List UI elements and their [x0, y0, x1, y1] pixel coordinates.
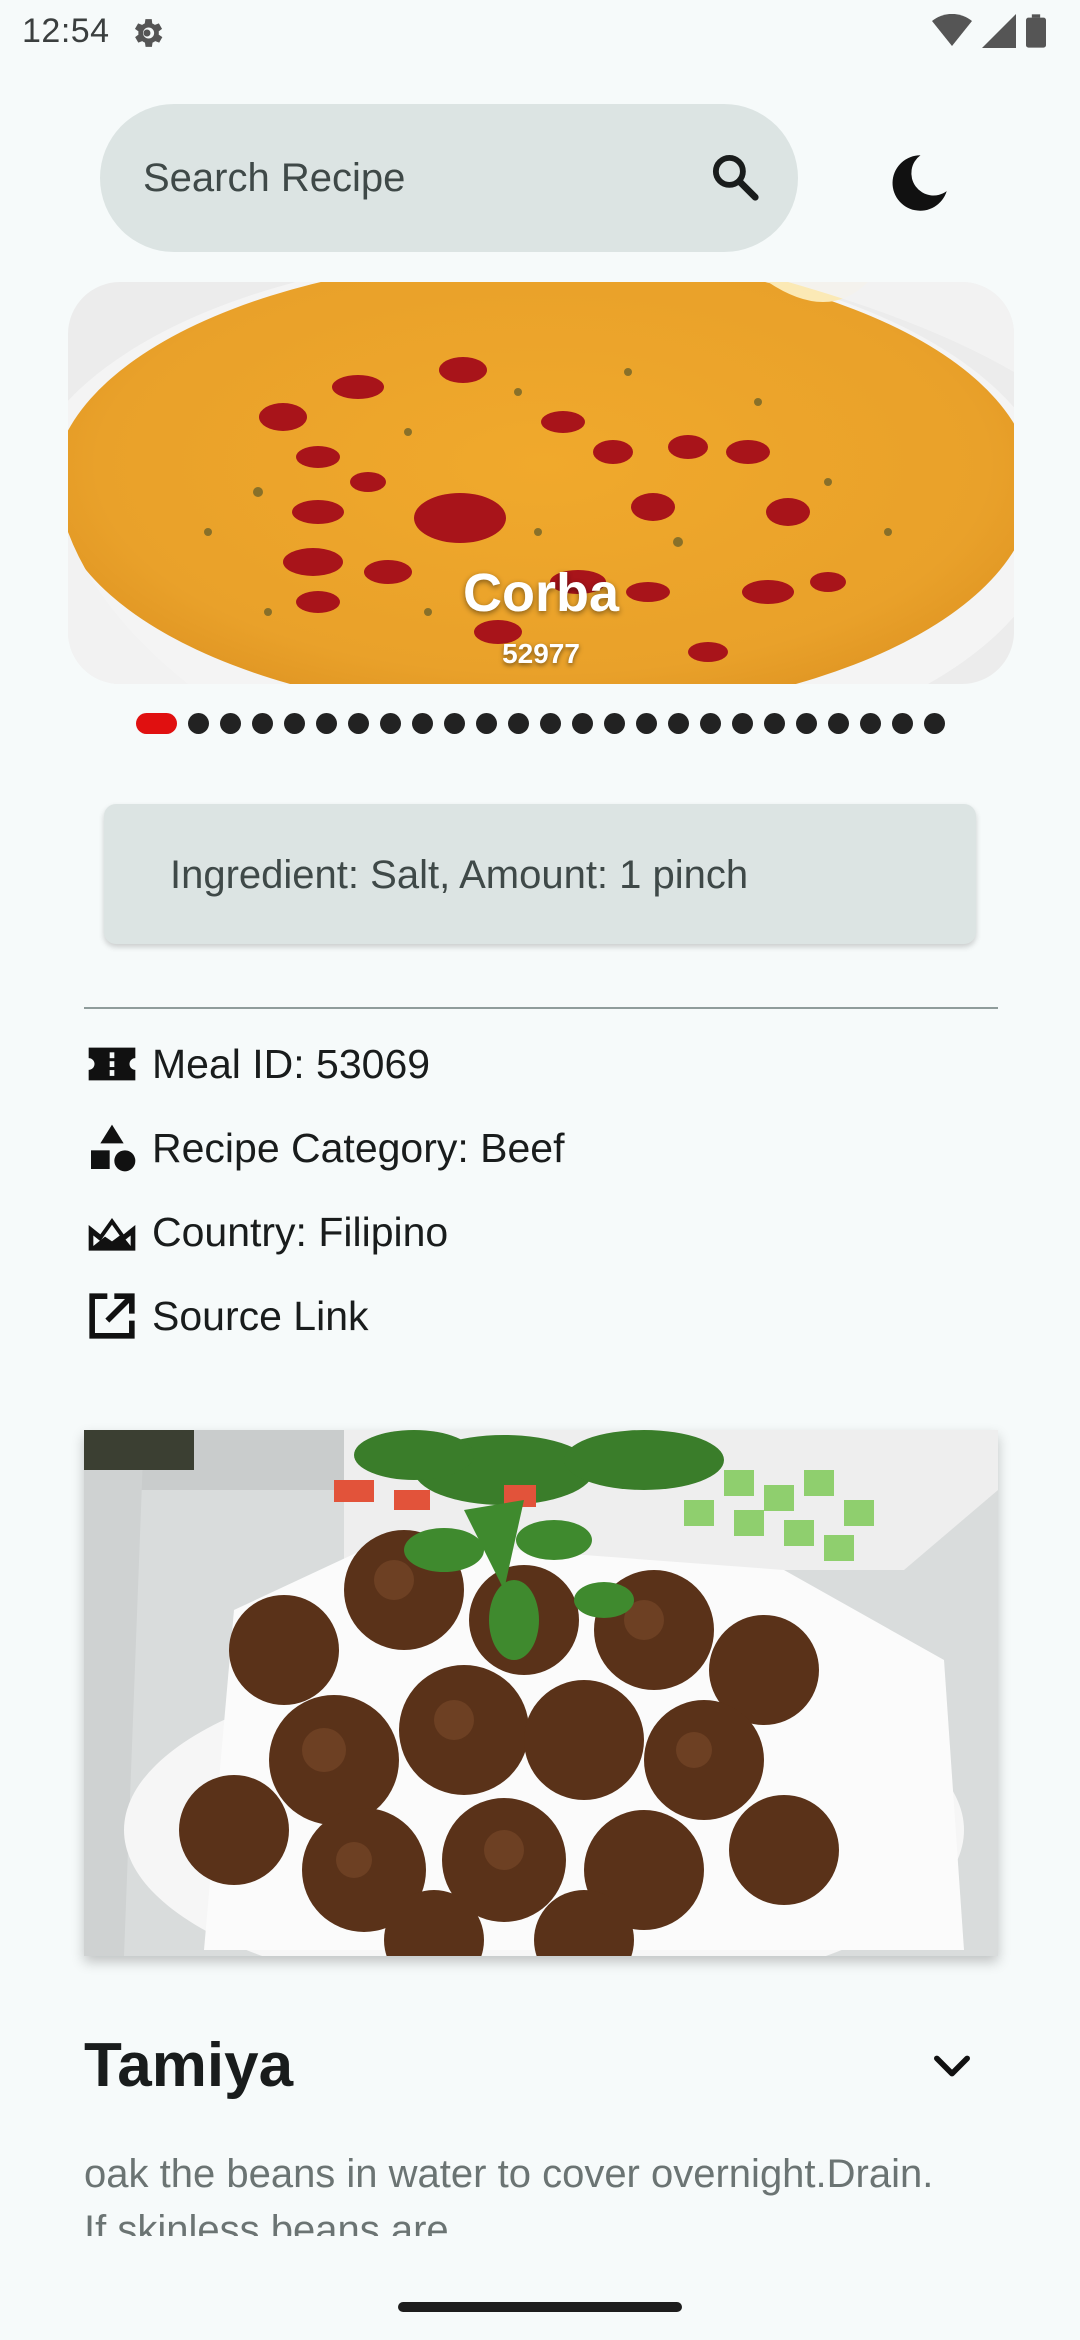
meal-id-text: Meal ID: 53069 [152, 1040, 431, 1087]
page-dot[interactable] [923, 712, 945, 734]
page-dot[interactable] [187, 712, 209, 734]
page-dot[interactable] [379, 712, 401, 734]
page-dot[interactable] [635, 712, 657, 734]
divider [84, 1007, 998, 1009]
meal-instructions: oak the beans in water to cover overnigh… [84, 2146, 964, 2236]
page-dot[interactable] [507, 712, 529, 734]
landscape-icon [88, 1218, 136, 1251]
home-indicator[interactable] [398, 2302, 682, 2312]
page-dot[interactable] [763, 712, 785, 734]
page-dot[interactable] [571, 712, 593, 734]
status-bar: 12:54 [0, 0, 1080, 66]
page-dot[interactable] [411, 712, 433, 734]
page-dot[interactable] [891, 712, 913, 734]
page-dot[interactable] [731, 712, 753, 734]
dark-mode-moon-icon[interactable] [884, 148, 954, 218]
page-dot[interactable] [539, 712, 561, 734]
carousel-recipe-title: Corba [462, 563, 619, 623]
meal-image [84, 1430, 998, 1956]
ingredient-card[interactable]: Ingredient: Salt, Amount: 1 pinch [104, 804, 976, 944]
instructions-text: oak the beans in water to cover overnigh… [84, 2152, 934, 2236]
category-shapes-icon [91, 1124, 136, 1172]
ingredient-text: Ingredient: Salt, Amount: 1 pinch [170, 853, 749, 897]
page-dot[interactable] [475, 712, 497, 734]
source-link[interactable]: Source Link [152, 1293, 369, 1340]
search-icon[interactable] [708, 150, 762, 204]
meal-id-row: Meal ID: 53069 [84, 1034, 430, 1094]
page-dot[interactable] [315, 712, 337, 734]
status-icons [932, 14, 1046, 48]
featured-recipe-carousel[interactable]: Corba 52977 [68, 282, 1014, 684]
category-row: Recipe Category: Beef [84, 1118, 565, 1178]
wifi-icon [932, 14, 972, 46]
page-dot[interactable] [795, 712, 817, 734]
country-text: Country: Filipino [152, 1208, 449, 1255]
page-dot[interactable] [827, 712, 849, 734]
page-dot[interactable] [219, 712, 241, 734]
page-dot[interactable] [667, 712, 689, 734]
page-dot[interactable] [283, 712, 305, 734]
page-dot[interactable] [603, 712, 625, 734]
page-dot[interactable] [347, 712, 369, 734]
page-dot[interactable] [251, 712, 273, 734]
page-dot[interactable] [443, 712, 465, 734]
search-bar[interactable]: Search Recipe [100, 104, 798, 252]
settings-gear-icon [134, 19, 163, 47]
cellular-signal-icon [982, 14, 1016, 48]
carousel-recipe-id: 52977 [502, 638, 580, 669]
open-in-new-icon [89, 1293, 135, 1339]
page-dot[interactable] [699, 712, 721, 734]
search-input[interactable]: Search Recipe [143, 156, 405, 201]
category-text: Recipe Category: Beef [152, 1124, 565, 1171]
country-row: Country: Filipino [84, 1202, 448, 1262]
status-time: 12:54 [22, 12, 110, 50]
page-dot[interactable] [859, 712, 881, 734]
meal-title: Tamiya [84, 2031, 294, 2100]
carousel-page-indicator[interactable] [0, 710, 1080, 736]
ticket-icon [88, 1047, 136, 1081]
battery-icon [1026, 14, 1046, 48]
recipe-screen: 12:54 Search Recipe Corba 52977 Ingredie… [0, 0, 1080, 2340]
source-link-row[interactable]: Source Link [84, 1286, 369, 1346]
chevron-down-icon[interactable] [926, 2040, 978, 2092]
page-dot-active[interactable] [135, 712, 177, 734]
